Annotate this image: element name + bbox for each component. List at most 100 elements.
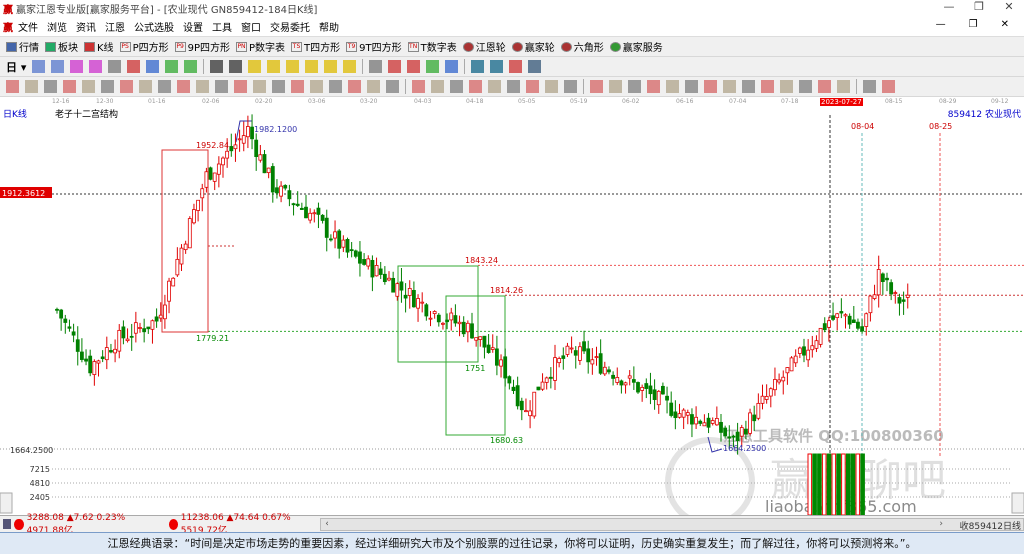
draw-tool-icon[interactable] (863, 80, 876, 93)
draw-tool-icon[interactable] (799, 80, 812, 93)
draw-tool-icon[interactable] (450, 80, 463, 93)
tool-icon[interactable] (407, 60, 421, 73)
draw-tool-icon[interactable] (780, 80, 793, 93)
draw-tool-icon[interactable] (723, 80, 736, 93)
draw-tool-icon[interactable] (139, 80, 152, 93)
tool-icon[interactable] (248, 60, 262, 73)
tool-icon[interactable] (324, 60, 338, 73)
menu-item[interactable]: 江恩 (105, 19, 125, 34)
draw-tool-icon[interactable] (272, 80, 285, 93)
toolbar-button[interactable]: 行情 (6, 39, 39, 54)
tool-icon[interactable] (127, 60, 141, 73)
draw-tool-icon[interactable] (6, 80, 19, 93)
draw-tool-icon[interactable] (386, 80, 399, 93)
menu-item[interactable]: 帮助 (319, 19, 339, 34)
toolbar-button[interactable]: PS P四方形 (119, 39, 169, 54)
toolbar-button[interactable]: 江恩轮 (462, 39, 506, 54)
tool-icon[interactable] (51, 60, 65, 73)
draw-tool-icon[interactable] (761, 80, 774, 93)
tool-icon[interactable] (229, 60, 243, 73)
tool-icon[interactable] (388, 60, 402, 73)
draw-tool-icon[interactable] (215, 80, 228, 93)
menu-item[interactable]: 工具 (212, 19, 232, 34)
draw-tool-icon[interactable] (742, 80, 755, 93)
period-select[interactable]: 日 ▾ (6, 59, 26, 75)
toolbar-button[interactable]: K线 (84, 39, 114, 54)
tool-icon[interactable] (165, 60, 179, 73)
tool-icon[interactable] (146, 60, 160, 73)
menu-item[interactable]: 窗口 (241, 19, 261, 34)
toolbar-button[interactable]: TN T数字表 (407, 39, 457, 54)
draw-tool-icon[interactable] (666, 80, 679, 93)
tool-icon[interactable] (426, 60, 440, 73)
draw-tool-icon[interactable] (25, 80, 38, 93)
draw-tool-icon[interactable] (348, 80, 361, 93)
mdi-close-button[interactable]: ✕ (1001, 19, 1009, 30)
scroll-up-button[interactable] (0, 492, 13, 514)
tool-icon[interactable] (184, 60, 198, 73)
mdi-minimize-button[interactable]: — (936, 19, 946, 30)
draw-tool-icon[interactable] (253, 80, 266, 93)
draw-tool-icon[interactable] (63, 80, 76, 93)
menu-item[interactable]: 公式选股 (134, 19, 174, 34)
draw-tool-icon[interactable] (158, 80, 171, 93)
draw-tool-icon[interactable] (818, 80, 831, 93)
toolbar-button[interactable]: 赢家服务 (609, 39, 663, 54)
tool-icon[interactable] (343, 60, 357, 73)
draw-tool-icon[interactable] (685, 80, 698, 93)
draw-tool-icon[interactable] (526, 80, 539, 93)
mdi-restore-button[interactable]: ❐ (969, 19, 978, 30)
toolbar-button[interactable]: T9 9T四方形 (346, 39, 402, 54)
toolbar-button[interactable]: TS T四方形 (291, 39, 340, 54)
tool-icon[interactable] (471, 60, 485, 73)
draw-tool-icon[interactable] (704, 80, 717, 93)
restore-button[interactable]: ❐ (964, 0, 994, 13)
menu-item[interactable]: 浏览 (47, 19, 67, 34)
tool-icon[interactable] (70, 60, 84, 73)
tool-icon[interactable] (108, 60, 122, 73)
toolbar-button[interactable]: PN P数字表 (236, 39, 285, 54)
draw-tool-icon[interactable] (564, 80, 577, 93)
kline-chart[interactable]: 赢家聊吧 liaoba.yicf365.com 江恩工具软件 QQ:100800… (0, 107, 1024, 527)
tool-icon[interactable] (267, 60, 281, 73)
tool-icon[interactable] (369, 60, 383, 73)
tool-icon[interactable] (210, 60, 224, 73)
draw-tool-icon[interactable] (590, 80, 603, 93)
tool-icon[interactable] (89, 60, 103, 73)
scroll-down-button[interactable] (1011, 492, 1024, 514)
toolbar-button[interactable]: 赢家轮 (511, 39, 555, 54)
toolbar-button[interactable]: 六角形 (560, 39, 604, 54)
horizontal-scrollbar[interactable]: ‹ › 收859412日线 (320, 517, 1024, 532)
draw-tool-icon[interactable] (882, 80, 895, 93)
tool-icon[interactable] (509, 60, 523, 73)
draw-tool-icon[interactable] (412, 80, 425, 93)
tool-icon[interactable] (490, 60, 504, 73)
draw-tool-icon[interactable] (120, 80, 133, 93)
draw-tool-icon[interactable] (545, 80, 558, 93)
draw-tool-icon[interactable] (647, 80, 660, 93)
draw-tool-icon[interactable] (431, 80, 444, 93)
draw-tool-icon[interactable] (837, 80, 850, 93)
draw-tool-icon[interactable] (310, 80, 323, 93)
menu-item[interactable]: 文件 (18, 19, 38, 34)
tool-icon[interactable] (445, 60, 459, 73)
tool-icon[interactable] (286, 60, 300, 73)
toolbar-button[interactable]: P9 9P四方形 (174, 39, 230, 54)
tool-icon[interactable] (528, 60, 542, 73)
draw-tool-icon[interactable] (82, 80, 95, 93)
draw-tool-icon[interactable] (101, 80, 114, 93)
draw-tool-icon[interactable] (469, 80, 482, 93)
draw-tool-icon[interactable] (367, 80, 380, 93)
draw-tool-icon[interactable] (234, 80, 247, 93)
toolbar-button[interactable]: 板块 (45, 39, 78, 54)
menu-item[interactable]: 交易委托 (270, 19, 310, 34)
draw-tool-icon[interactable] (488, 80, 501, 93)
tool-icon[interactable] (32, 60, 46, 73)
tool-icon[interactable] (305, 60, 319, 73)
draw-tool-icon[interactable] (291, 80, 304, 93)
draw-tool-icon[interactable] (628, 80, 641, 93)
draw-tool-icon[interactable] (329, 80, 342, 93)
minimize-button[interactable]: — (934, 0, 964, 13)
menu-item[interactable]: 资讯 (76, 19, 96, 34)
scroll-right-icon[interactable]: › (939, 519, 943, 529)
